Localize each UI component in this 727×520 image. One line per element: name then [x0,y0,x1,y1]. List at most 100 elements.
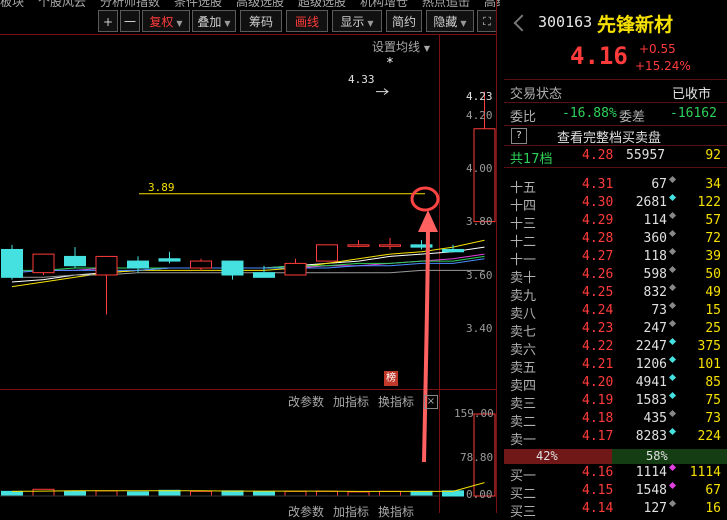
full-book-row[interactable]: ? 查看完整档买卖盘 [504,127,727,146]
ask-row[interactable]: 十五 4.31 67 34 [504,175,727,196]
level-label: 卖二 [510,415,537,430]
volume-ma-line [11,482,485,492]
level-price: 4.19 [582,393,614,408]
bid-row[interactable]: 买三 4.14 127 16 [504,499,727,520]
stock-code: 300163 [538,13,593,31]
back-arrow-icon[interactable] [513,14,531,32]
indicator-params-button[interactable]: 改参数 [288,393,324,410]
volume-bar [95,490,118,497]
help-icon: ? [511,128,527,144]
level-label: 卖六 [510,343,537,358]
price-axis-label: 3.60 [466,269,493,282]
level-dot-icon [668,175,677,184]
ask-row[interactable]: 卖九 4.25 832 49 [504,283,727,304]
volume-bar [1,490,23,497]
level-dot-icon [668,319,677,328]
ask-row[interactable]: 卖二 4.18 435 73 [504,409,727,430]
bid-row[interactable]: 买一 4.16 1114 1114 [504,463,727,484]
price-change-pct: +15.24% [635,59,691,73]
candle-body [379,244,401,247]
level-price: 4.14 [582,501,614,516]
level-price: 4.16 [582,465,614,480]
level-label: 卖四 [510,379,537,394]
level-count: 50 [705,267,721,282]
annotation-circle [410,186,440,212]
level-label: 卖一 [510,433,537,448]
level-price: 4.25 [582,285,614,300]
volume-axis-label: 78.80 [460,451,494,464]
level-label: 十一 [510,253,537,268]
level-count: 224 [697,429,721,444]
ask-row[interactable]: 卖五 4.21 1206 101 [504,355,727,376]
level-dot-icon [668,463,677,472]
level-price: 4.27 [582,249,614,264]
indicator-close-icon[interactable]: × [424,395,438,409]
ask-row[interactable]: 十一 4.27 118 39 [504,247,727,268]
level-price: 4.15 [582,483,614,498]
line-price-label: 3.89 [148,181,175,194]
level-dot-icon [668,481,677,490]
level-count: 72 [705,231,721,246]
level-volume: 118 [643,249,667,264]
candle-body [347,244,370,247]
indicator-switch-button[interactable]: 换指标 [378,393,414,410]
divider [504,167,727,168]
ask-row[interactable]: 卖八 4.24 73 15 [504,301,727,322]
candlestick-chart[interactable] [0,0,500,513]
level-dot-icon [668,247,677,256]
level-volume: 2681 [635,195,667,210]
ma-settings-button[interactable]: 设置均线 ▼ [372,38,430,55]
level-price: 4.22 [582,339,614,354]
volume-axis-label: 0.00 [466,488,493,501]
bid-row[interactable]: 买二 4.15 1548 67 [504,481,727,502]
candle-body [316,244,338,262]
ask-row[interactable]: 十二 4.28 360 72 [504,229,727,250]
indicator-add-button[interactable]: 加指标 [333,503,369,520]
rank-badge[interactable]: 榜 [384,371,398,386]
volume-bar [347,491,370,497]
divider [504,125,727,126]
price-axis-label: 3.40 [466,322,493,335]
level-count: 85 [705,375,721,390]
level-label: 十二 [510,235,537,250]
level-volume: 2247 [635,339,667,354]
indicator-add-button[interactable]: 加指标 [333,393,369,410]
level-dot-icon [668,499,677,508]
indicator-params-button[interactable]: 改参数 [288,503,324,520]
quote-panel: 300163 先锋新材 4.16 +0.55 +15.24% 交易状态 已收市 … [504,0,727,520]
level-label: 卖十 [510,271,537,286]
level-volume: 247 [643,321,667,336]
ask-row[interactable]: 卖一 4.17 8283 224 [504,427,727,448]
level-price: 4.29 [582,213,614,228]
level-price: 4.21 [582,357,614,372]
candle-body [158,258,181,262]
full-book-link: 查看完整档买卖盘 [557,131,662,146]
level-dot-icon [668,301,677,310]
annotation-arrow [422,221,430,463]
level-price: 4.20 [582,375,614,390]
level-label: 卖八 [510,307,537,322]
candle-body [1,248,23,278]
volume-bar [64,490,86,497]
level-label: 买三 [510,505,537,520]
level-label: 十三 [510,217,537,232]
last-price: 4.16 [570,42,628,70]
level-count: 75 [705,393,721,408]
level-volume: 1583 [635,393,667,408]
levels-row: 共17档 4.28 55957 92 [510,148,721,167]
buy-ratio-bar: 42% [504,449,612,464]
ask-row[interactable]: 十三 4.29 114 57 [504,211,727,232]
indicator-switch-button[interactable]: 换指标 [378,503,414,520]
ask-row[interactable]: 卖七 4.23 247 25 [504,319,727,340]
ask-row[interactable]: 卖三 4.19 1583 75 [504,391,727,412]
ask-row[interactable]: 卖四 4.20 4941 85 [504,373,727,394]
ask-row[interactable]: 卖十 4.26 598 50 [504,265,727,286]
volume-bar [253,491,275,497]
ask-row[interactable]: 十四 4.30 2681 122 [504,193,727,214]
level-volume: 435 [643,411,667,426]
high-price-label: 4.33 [348,73,375,86]
level-volume: 360 [643,231,667,246]
level-volume: 73 [651,303,667,318]
ask-row[interactable]: 卖六 4.22 2247 375 [504,337,727,358]
volume-bar [32,488,55,497]
